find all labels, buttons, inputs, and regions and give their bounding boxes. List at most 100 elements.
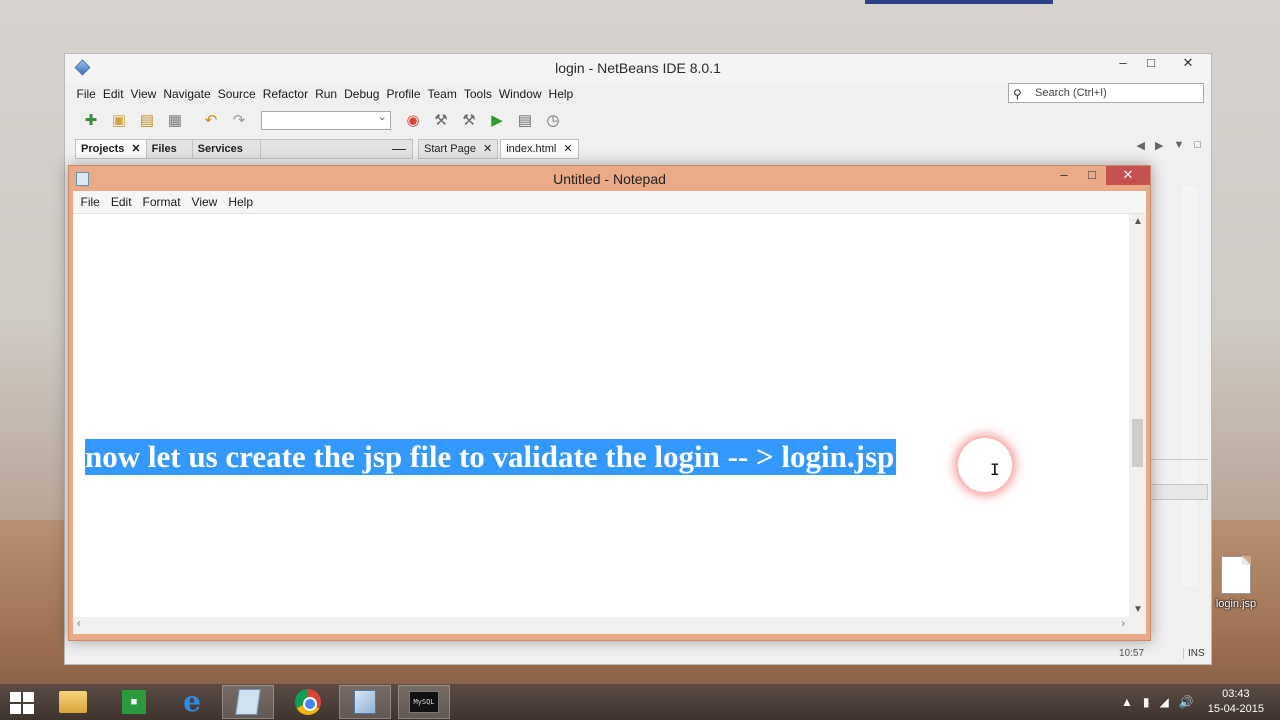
internet-explorer-icon: e: [183, 685, 201, 718]
resize-grip[interactable]: [1129, 617, 1146, 634]
scroll-thumb[interactable]: [1132, 419, 1143, 467]
new-file-icon[interactable]: ✚: [79, 109, 103, 131]
notepad-icon: [235, 689, 261, 715]
menu-format[interactable]: Format: [137, 191, 186, 213]
maximize-editor-icon[interactable]: □: [1194, 139, 1201, 152]
scroll-tabs-right-icon[interactable]: ▶: [1155, 139, 1163, 152]
clock-time: 03:43: [1222, 688, 1250, 700]
power-icon[interactable]: ▮: [1143, 695, 1150, 709]
editor-error-stripe: [1182, 186, 1197, 586]
menu-view[interactable]: View: [127, 86, 160, 104]
taskbar-mysql-console[interactable]: MySQL: [398, 685, 450, 719]
selected-text[interactable]: now let us create the jsp file to valida…: [85, 439, 897, 475]
save-all-icon[interactable]: ▦: [163, 109, 187, 131]
configuration-select[interactable]: [261, 110, 391, 130]
clock-date: 15-04-2015: [1207, 703, 1264, 715]
menu-team[interactable]: Team: [424, 86, 460, 104]
taskbar-internet-explorer[interactable]: e: [166, 685, 218, 719]
scroll-right-icon[interactable]: ›: [1121, 618, 1125, 630]
netbeans-window-controls: – □ ✕: [1109, 54, 1211, 76]
system-tray: ▲ ▮ ◢ 🔊 03:43 15-04-2015: [1121, 684, 1280, 720]
menu-window[interactable]: Window: [495, 86, 545, 104]
minimize-panel-icon[interactable]: —: [392, 141, 406, 155]
desktop-file-label: login.jsp: [1215, 598, 1257, 610]
scroll-left-icon[interactable]: ‹: [77, 618, 81, 630]
mysql-console-icon: MySQL: [409, 691, 439, 713]
desktop-file-login-jsp[interactable]: login.jsp: [1208, 556, 1264, 610]
scroll-down-icon[interactable]: ▼: [1133, 604, 1143, 615]
menu-help[interactable]: Help: [223, 191, 259, 213]
notepad-menubar: File Edit Format View Help: [73, 191, 1146, 213]
close-icon[interactable]: ✕: [131, 143, 140, 155]
taskbar-notepad[interactable]: [222, 685, 274, 719]
clean-build-icon[interactable]: ⚒: [457, 109, 481, 131]
menu-run[interactable]: Run: [312, 86, 341, 104]
undo-icon[interactable]: ↶: [199, 109, 223, 131]
menu-file[interactable]: File: [75, 191, 105, 213]
network-signal-icon[interactable]: ◢: [1160, 695, 1169, 709]
search-input[interactable]: ⚲ Search (Ctrl+I): [1008, 83, 1204, 103]
vertical-scrollbar[interactable]: ▲ ▼: [1129, 214, 1146, 617]
taskbar-netbeans[interactable]: [339, 685, 391, 719]
taskbar-store[interactable]: ■: [108, 685, 160, 719]
menu-edit[interactable]: Edit: [105, 191, 137, 213]
text-line[interactable]: now let us create the jsp file to valida…: [85, 439, 897, 475]
netbeans-toolbar: ✚ ▣ ▤ ▦ ↶ ↷ ◉ ⚒ ⚒ ▶ ▤ ◷: [79, 108, 565, 132]
build-hammer-icon[interactable]: ⚒: [429, 109, 453, 131]
minimize-icon[interactable]: –: [1050, 166, 1078, 186]
new-project-icon[interactable]: ▣: [107, 109, 131, 131]
caret-position: 10:57: [1119, 648, 1145, 659]
insert-mode: INS: [1183, 648, 1205, 659]
windows-start-icon[interactable]: [10, 692, 34, 714]
navigator-panel-header: [1150, 484, 1208, 500]
taskbar-chrome[interactable]: [282, 685, 334, 719]
menu-source[interactable]: Source: [214, 86, 259, 104]
show-hidden-icons-icon[interactable]: ▲: [1121, 695, 1133, 709]
close-icon[interactable]: ✕: [563, 143, 572, 155]
show-opened-documents-icon[interactable]: ▼: [1173, 139, 1184, 152]
menu-debug[interactable]: Debug: [341, 86, 383, 104]
menu-tools[interactable]: Tools: [460, 86, 495, 104]
menu-help[interactable]: Help: [545, 86, 577, 104]
horizontal-scrollbar[interactable]: ‹ ›: [73, 617, 1129, 634]
menu-edit[interactable]: Edit: [99, 86, 127, 104]
notepad-titlebar[interactable]: Untitled - Notepad – □ ✕: [69, 166, 1150, 191]
netbeans-menubar: File Edit View Navigate Source Refactor …: [73, 86, 577, 104]
minimize-icon[interactable]: –: [1109, 54, 1137, 74]
close-icon[interactable]: ✕: [483, 143, 492, 155]
menu-refactor[interactable]: Refactor: [259, 86, 311, 104]
volume-icon[interactable]: 🔊: [1179, 695, 1194, 709]
system-clock[interactable]: 03:43 15-04-2015: [1208, 687, 1264, 717]
text-cursor-icon: I: [990, 460, 1000, 479]
tab-start-page[interactable]: Start Page ✕: [418, 139, 499, 159]
chrome-icon: [295, 689, 321, 715]
file-icon: [1221, 556, 1251, 594]
tab-projects[interactable]: Projects ✕: [76, 140, 147, 158]
menu-file[interactable]: File: [73, 86, 99, 104]
maximize-icon[interactable]: □: [1137, 54, 1165, 74]
close-icon[interactable]: ✕: [1165, 54, 1211, 74]
tab-services[interactable]: Services: [193, 140, 261, 158]
tab-files[interactable]: Files: [147, 140, 193, 158]
menu-profile[interactable]: Profile: [383, 86, 424, 104]
open-project-icon[interactable]: ▤: [135, 109, 159, 131]
browser-chrome-icon[interactable]: ◉: [401, 109, 425, 131]
redo-icon[interactable]: ↷: [227, 109, 251, 131]
store-icon: ■: [122, 690, 146, 714]
debug-icon[interactable]: ▤: [513, 109, 537, 131]
profile-icon[interactable]: ◷: [541, 109, 565, 131]
netbeans-titlebar[interactable]: login - NetBeans IDE 8.0.1 – □ ✕: [65, 54, 1211, 83]
editor-tab-controls: ◀ ▶ ▼ □: [1137, 139, 1201, 152]
menu-navigate[interactable]: Navigate: [160, 86, 214, 104]
cursor-highlight: [958, 438, 1012, 492]
menu-view[interactable]: View: [186, 191, 223, 213]
scroll-up-icon[interactable]: ▲: [1133, 216, 1143, 227]
scroll-tabs-left-icon[interactable]: ◀: [1137, 139, 1145, 152]
maximize-icon[interactable]: □: [1078, 166, 1106, 186]
taskbar-file-explorer[interactable]: [47, 685, 99, 719]
notepad-window-controls: – □ ✕: [1050, 166, 1150, 188]
notepad-text-area[interactable]: now let us create the jsp file to valida…: [73, 213, 1146, 634]
tab-index-html[interactable]: index.html ✕: [500, 139, 579, 159]
close-icon[interactable]: ✕: [1106, 166, 1150, 185]
run-icon[interactable]: ▶: [485, 109, 509, 131]
